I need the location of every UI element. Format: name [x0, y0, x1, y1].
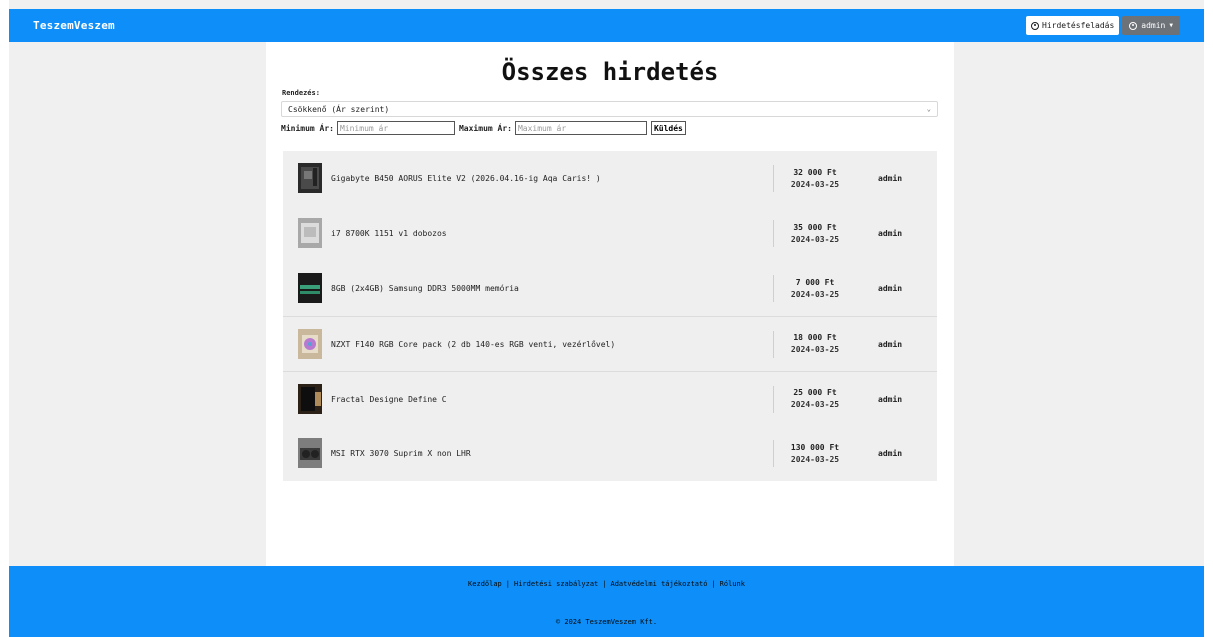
- row-divider: [773, 385, 774, 413]
- listing-row[interactable]: Gigabyte B450 AORUS Elite V2 (2026.04.16…: [283, 151, 937, 206]
- footer-link-privacy[interactable]: Adatvédelmi tájékoztató: [611, 580, 708, 588]
- brand-logo[interactable]: TeszemVeszem: [33, 19, 115, 32]
- footer-links: Kezdőlap | Hirdetési szabályzat | Adatvédelm…: [9, 580, 1204, 588]
- listing-title[interactable]: Fractal Designe Define C: [331, 395, 447, 404]
- listing-user[interactable]: admin: [878, 340, 902, 349]
- sidebar-left: [9, 42, 266, 566]
- row-divider: [773, 275, 774, 302]
- listing-user[interactable]: admin: [878, 174, 902, 183]
- listing-price: 18 000 Ft 2024-03-25: [780, 332, 850, 356]
- listing-title[interactable]: Gigabyte B450 AORUS Elite V2 (2026.04.16…: [331, 174, 601, 183]
- max-price-input[interactable]: [514, 121, 647, 135]
- footer-link-about[interactable]: Rólunk: [720, 580, 745, 588]
- listing-row[interactable]: 8GB (2x4GB) Samsung DDR3 5000MM memória …: [283, 261, 937, 316]
- sort-select-value: Csökkenő (Ár szerint): [288, 104, 390, 114]
- post-ad-button[interactable]: Hirdetésfeladás: [1026, 16, 1120, 35]
- listing-row[interactable]: i7 8700K 1151 v1 dobozos 35 000 Ft 2024-…: [283, 206, 937, 261]
- user-menu-label: admin: [1141, 21, 1166, 30]
- pc-case-thumbnail: [298, 384, 322, 414]
- footer: Kezdőlap | Hirdetési szabályzat | Adatvédelm…: [9, 566, 1204, 637]
- navbar-actions: Hirdetésfeladás admin ▼: [1026, 16, 1180, 35]
- caret-down-icon: ▼: [1169, 22, 1173, 29]
- listing-date: 2024-03-25: [790, 179, 840, 189]
- listing-date: 2024-03-25: [790, 454, 840, 464]
- main-content: Összes hirdetés Rendezés: Csökkenő (Ár s…: [266, 42, 954, 566]
- listing-price-value: 18 000 Ft: [793, 333, 837, 342]
- footer-separator: |: [602, 580, 607, 588]
- submit-filter-button[interactable]: Küldés: [650, 121, 686, 135]
- listing-price: 35 000 Ft 2024-03-25: [780, 222, 850, 246]
- listing-price-value: 32 000 Ft: [793, 167, 837, 177]
- listing-date: 2024-03-25: [790, 289, 840, 299]
- footer-separator: |: [505, 580, 510, 588]
- listing-user[interactable]: admin: [878, 395, 902, 404]
- window-frame-left: [0, 0, 9, 637]
- row-divider: [773, 330, 774, 358]
- listing-price: 7 000 Ft 2024-03-25: [780, 277, 850, 301]
- sort-select[interactable]: Csökkenő (Ár szerint) ⌄: [281, 101, 938, 117]
- listing-user[interactable]: admin: [878, 229, 902, 238]
- chevron-down-icon: ⌄: [926, 105, 931, 113]
- listing-date: 2024-03-25: [790, 400, 840, 409]
- max-price-label: Maximum Ár:: [458, 123, 512, 133]
- user-menu-button[interactable]: admin ▼: [1122, 16, 1180, 35]
- listing-price: 32 000 Ft 2024-03-25: [780, 167, 850, 191]
- listing-price-value: 130 000 Ft: [790, 442, 840, 452]
- price-filter: Minimum Ár: Maximum Ár: Küldés: [281, 121, 686, 135]
- listing-price-value: 35 000 Ft: [793, 222, 837, 232]
- listing-row[interactable]: Fractal Designe Define C 25 000 Ft 2024-…: [283, 371, 937, 426]
- page-title: Összes hirdetés: [501, 58, 719, 86]
- listing-date: 2024-03-25: [790, 345, 840, 354]
- min-price-input[interactable]: [336, 121, 455, 135]
- row-divider: [773, 165, 774, 192]
- listing-user[interactable]: admin: [878, 284, 902, 293]
- post-ad-label: Hirdetésfeladás: [1042, 21, 1115, 30]
- listing-title[interactable]: MSI RTX 3070 Suprim X non LHR: [331, 449, 471, 458]
- listing-row[interactable]: MSI RTX 3070 Suprim X non LHR 130 000 Ft…: [283, 426, 937, 481]
- listing-user[interactable]: admin: [878, 449, 902, 458]
- listing-title[interactable]: i7 8700K 1151 v1 dobozos: [331, 229, 447, 238]
- listing-price-value: 25 000 Ft: [793, 388, 837, 397]
- listing-title[interactable]: 8GB (2x4GB) Samsung DDR3 5000MM memória: [331, 284, 519, 293]
- row-divider: [773, 440, 774, 467]
- cpu-box-thumbnail: [298, 218, 322, 248]
- user-circle-icon: [1129, 21, 1138, 30]
- listing-price: 130 000 Ft 2024-03-25: [780, 442, 850, 466]
- fan-pack-thumbnail: [298, 329, 322, 359]
- listing-price: 25 000 Ft 2024-03-25: [780, 387, 850, 411]
- sort-label: Rendezés:: [282, 89, 320, 97]
- footer-copyright: © 2024 TeszemVeszem Kft.: [555, 618, 658, 626]
- row-divider: [773, 220, 774, 247]
- min-price-label: Minimum Ár:: [281, 123, 334, 133]
- listing-list: Gigabyte B450 AORUS Elite V2 (2026.04.16…: [283, 151, 937, 481]
- ram-thumbnail: [298, 273, 322, 303]
- gpu-thumbnail: [298, 438, 322, 468]
- window-frame-right: [1204, 0, 1213, 637]
- footer-separator: |: [711, 580, 716, 588]
- listing-price-value: 7 000 Ft: [795, 277, 835, 287]
- listing-row[interactable]: NZXT F140 RGB Core pack (2 db 140-es RGB…: [283, 316, 937, 371]
- footer-link-rules[interactable]: Hirdetési szabályzat: [514, 580, 598, 588]
- sidebar-right: [954, 42, 1204, 566]
- navbar: TeszemVeszem Hirdetésfeladás admin ▼: [9, 9, 1204, 42]
- listing-title[interactable]: NZXT F140 RGB Core pack (2 db 140-es RGB…: [331, 340, 615, 349]
- listing-date: 2024-03-25: [790, 234, 840, 244]
- motherboard-thumbnail: [298, 163, 322, 193]
- plus-circle-icon: [1031, 21, 1040, 30]
- footer-link-home[interactable]: Kezdőlap: [468, 580, 502, 588]
